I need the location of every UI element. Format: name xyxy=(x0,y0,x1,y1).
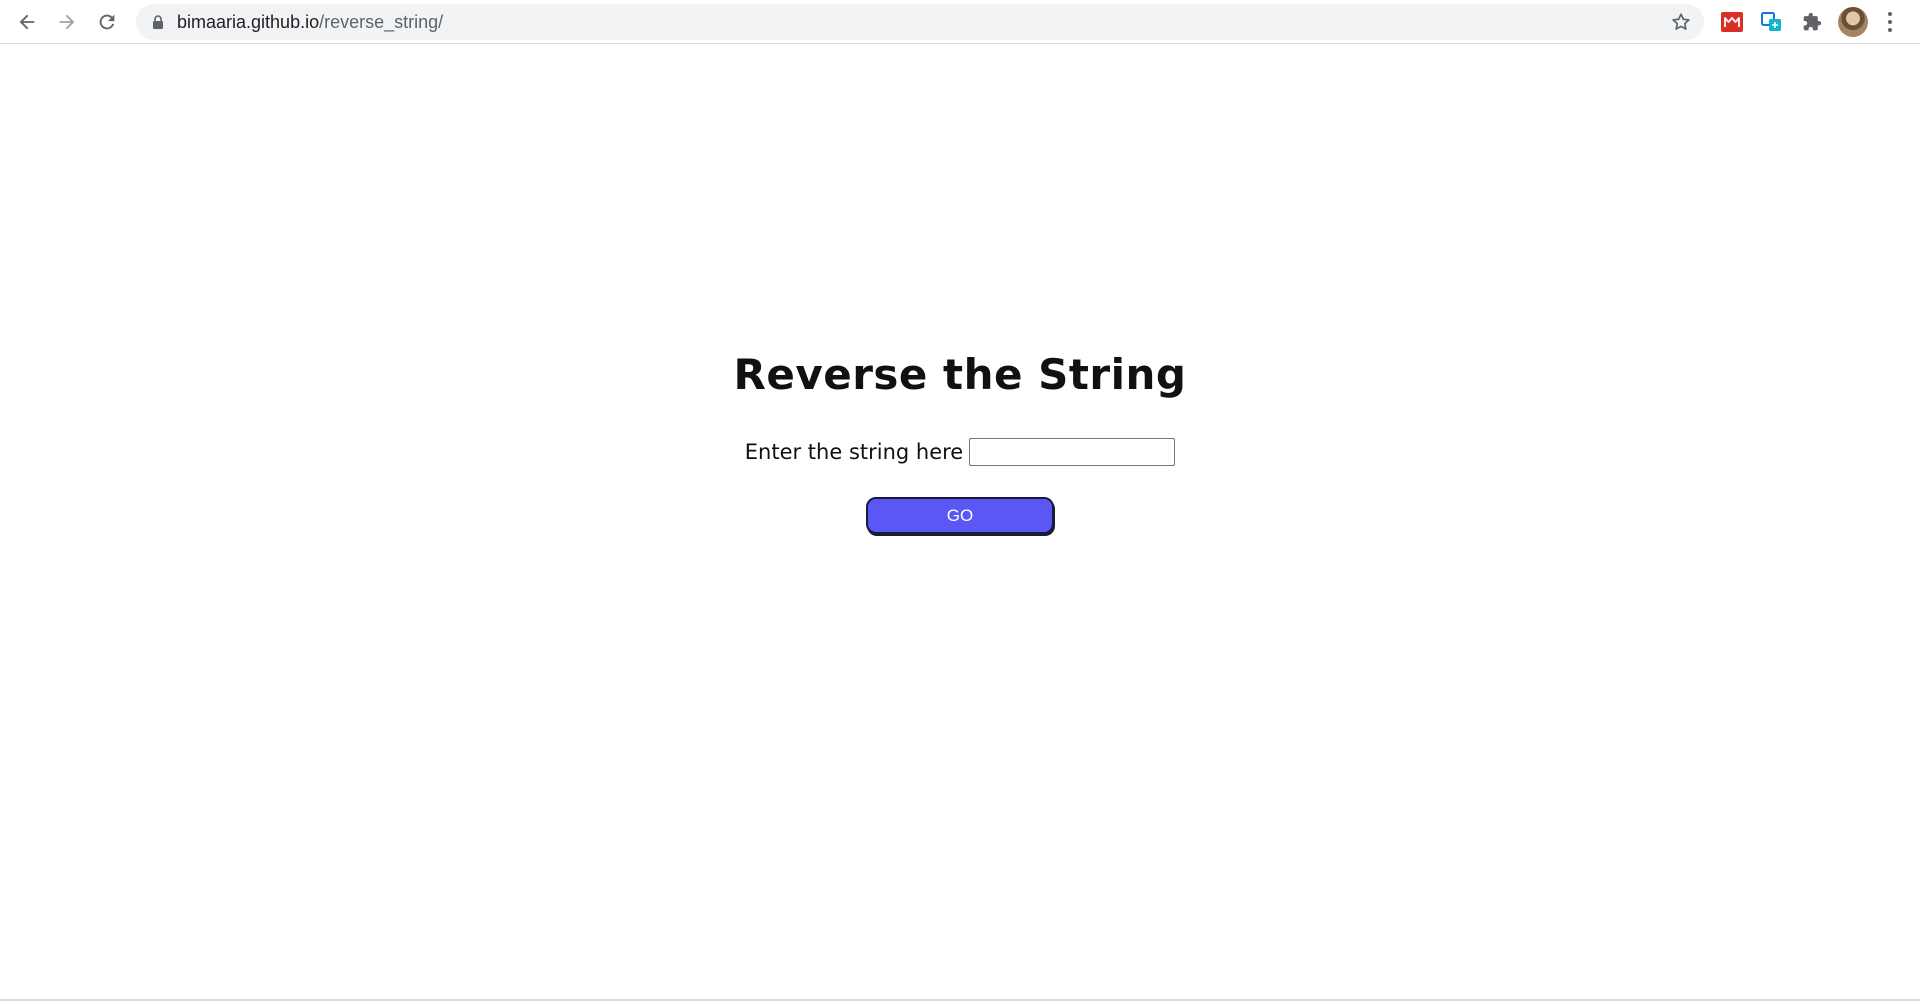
menu-dot xyxy=(1888,12,1892,16)
red-extension-glyph xyxy=(1721,12,1743,32)
translate-extension-icon[interactable] xyxy=(1758,8,1786,36)
puzzle-piece-icon[interactable] xyxy=(1798,8,1826,36)
go-button[interactable]: GO xyxy=(866,497,1054,534)
lock-icon[interactable] xyxy=(152,15,164,29)
back-arrow-icon xyxy=(19,14,35,30)
red-extension-icon[interactable] xyxy=(1718,8,1746,36)
three-dot-menu-icon[interactable] xyxy=(1884,9,1896,35)
menu-dot xyxy=(1888,28,1892,32)
star-icon[interactable] xyxy=(1670,11,1692,33)
input-row: Enter the string here xyxy=(0,438,1920,466)
url-text[interactable]: bimaaria.github.io/reverse_string/ xyxy=(177,4,443,40)
reload-button[interactable] xyxy=(93,8,121,36)
forward-button[interactable] xyxy=(53,8,81,36)
input-label: Enter the string here xyxy=(744,440,964,464)
reload-icon xyxy=(99,14,115,30)
puzzle-piece-glyph xyxy=(1803,12,1822,31)
url-path: /reverse_string/ xyxy=(319,12,444,32)
forward-arrow-icon xyxy=(59,14,75,30)
menu-dot xyxy=(1888,20,1892,24)
string-input[interactable] xyxy=(969,438,1176,466)
page-title: Reverse the String xyxy=(733,350,1187,399)
back-button[interactable] xyxy=(13,8,41,36)
address-bar[interactable]: bimaaria.github.io/reverse_string/ xyxy=(136,4,1704,40)
browser-toolbar: bimaaria.github.io/reverse_string/ xyxy=(0,0,1920,44)
url-host: bimaaria.github.io xyxy=(177,12,320,32)
translate-extension-glyph xyxy=(1761,12,1781,31)
avatar[interactable] xyxy=(1838,7,1868,37)
